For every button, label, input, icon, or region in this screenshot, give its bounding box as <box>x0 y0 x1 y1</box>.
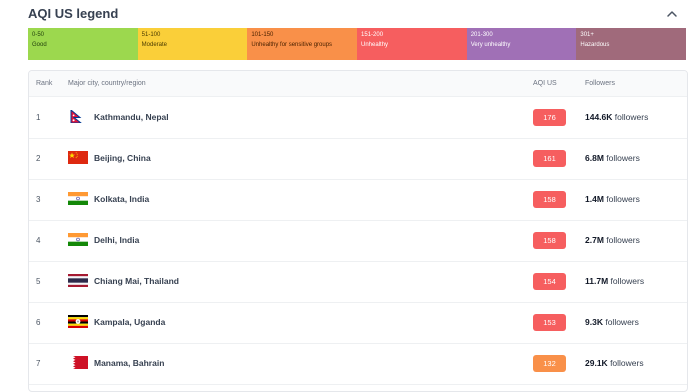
china-flag-icon <box>68 151 88 164</box>
followers-word: followers <box>606 235 640 245</box>
followers-count: 144.6K followers <box>585 97 648 138</box>
followers-word: followers <box>614 112 649 122</box>
aqi-badge: 176 <box>533 109 566 126</box>
followers-word: followers <box>605 317 639 327</box>
bahrain-flag-icon <box>68 356 88 369</box>
legend-label: Moderate <box>141 42 168 48</box>
legend-range: 301+ <box>580 32 594 38</box>
city-link[interactable]: Beijing, China <box>94 138 151 179</box>
aqi-badge: 154 <box>533 273 566 290</box>
legend-range: 201-300 <box>470 32 493 38</box>
legend-segment: 151-200 Unhealthy <box>357 28 467 60</box>
legend-label: Unhealthy for sensitive groups <box>251 42 333 48</box>
rank-number: 1 <box>36 113 41 122</box>
aqi-badge: 153 <box>533 314 566 331</box>
followers-value: 6.8M <box>585 153 604 163</box>
rank-number: 4 <box>36 236 41 245</box>
followers-value: 1.4M <box>585 194 604 204</box>
legend-label: Unhealthy <box>361 42 389 48</box>
city-link[interactable]: Kampala, Uganda <box>94 302 165 343</box>
legend-range: 101-150 <box>251 32 274 38</box>
legend-title: AQI US legend <box>28 6 119 21</box>
aqi-badge: 161 <box>533 150 566 167</box>
city-link[interactable]: Chiang Mai, Thailand <box>94 261 179 302</box>
followers-word: followers <box>606 194 640 204</box>
rank-number: 2 <box>36 154 41 163</box>
city-link[interactable]: Delhi, India <box>94 220 139 261</box>
city-link[interactable]: Kathmandu, Nepal <box>94 97 169 138</box>
column-header-aqi: AQI US <box>533 80 557 87</box>
followers-count: 2.7M followers <box>585 220 640 261</box>
column-header-rank: Rank <box>36 80 53 87</box>
legend-segment: 201-300 Very unhealthy <box>466 28 577 60</box>
aqi-legend-bar: 0-50 Good 51-100 Moderate 101-150 Unhealthy f… <box>28 28 687 60</box>
column-header-city: Major city, country/region <box>68 80 146 87</box>
rank-number: 5 <box>36 277 41 286</box>
followers-count: 1.4M followers <box>585 179 640 220</box>
india-flag-icon <box>68 233 88 246</box>
table-header: Rank Major city, country/region AQI US F… <box>29 71 687 97</box>
table-row[interactable]: 6 Kampala, Uganda 153 9.3K followers <box>29 302 687 344</box>
followers-value: 29.1K <box>585 358 608 368</box>
city-link[interactable]: Manama, Bahrain <box>94 343 164 384</box>
column-header-followers: Followers <box>585 80 615 87</box>
aqi-badge: 158 <box>533 232 566 249</box>
followers-word: followers <box>610 358 644 368</box>
legend-label: Good <box>32 42 47 48</box>
table-row[interactable]: 7 Manama, Bahrain 132 29.1K followers <box>29 343 687 385</box>
aqi-badge: 158 <box>533 191 566 208</box>
followers-count: 6.8M followers <box>585 138 640 179</box>
chevron-up-icon[interactable] <box>664 6 680 22</box>
followers-value: 144.6K <box>585 112 613 122</box>
legend-segment: 0-50 Good <box>28 28 138 60</box>
nepal-flag-icon <box>68 110 88 123</box>
legend-range: 151-200 <box>361 32 384 38</box>
legend-label: Very unhealthy <box>470 42 511 48</box>
city-ranking-table: Rank Major city, country/region AQI US F… <box>28 70 688 392</box>
followers-value: 11.7M <box>585 276 609 286</box>
followers-count: 9.3K followers <box>585 302 639 343</box>
thailand-flag-icon <box>68 274 88 287</box>
legend-segment: 301+ Hazardous <box>576 28 687 60</box>
followers-word: followers <box>610 276 645 286</box>
legend-segment: 51-100 Moderate <box>137 28 248 60</box>
legend-range: 51-100 <box>141 32 161 38</box>
followers-word: followers <box>606 153 640 163</box>
rank-number: 7 <box>36 359 41 368</box>
legend-header[interactable]: AQI US legend <box>28 5 684 23</box>
legend-label: Hazardous <box>580 42 610 48</box>
followers-count: 29.1K followers <box>585 343 644 384</box>
uganda-flag-icon <box>68 315 88 328</box>
table-row[interactable]: 1 Kathmandu, Nepal 176 144.6K followers <box>29 97 687 139</box>
followers-value: 2.7M <box>585 235 604 245</box>
followers-value: 9.3K <box>585 317 603 327</box>
rank-number: 6 <box>36 318 41 327</box>
india-flag-icon <box>68 192 88 205</box>
table-row[interactable]: 5 Chiang Mai, Thailand 154 11.7M followers <box>29 261 687 303</box>
followers-count: 11.7M followers <box>585 261 644 302</box>
table-row[interactable]: 3 Kolkata, India 158 1.4M followers <box>29 179 687 221</box>
table-row[interactable]: 4 Delhi, India 158 2.7M followers <box>29 220 687 262</box>
legend-segment: 101-150 Unhealthy for sensitive groups <box>247 28 358 60</box>
aqi-badge: 132 <box>533 355 566 372</box>
legend-range: 0-50 <box>32 32 45 38</box>
city-link[interactable]: Kolkata, India <box>94 179 149 220</box>
table-row[interactable]: 2 Beijing, China 161 6.8M followers <box>29 138 687 180</box>
rank-number: 3 <box>36 195 41 204</box>
